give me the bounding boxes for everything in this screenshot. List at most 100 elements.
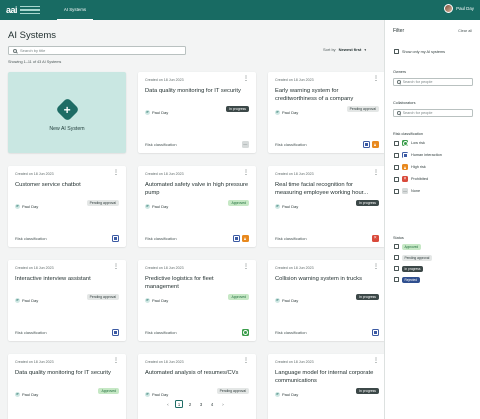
clear-all-link[interactable]: Clear all	[458, 29, 472, 33]
collaborators-search[interactable]	[393, 109, 473, 117]
checkbox[interactable]	[394, 164, 399, 170]
checkbox[interactable]	[394, 152, 399, 158]
high-risk-icon[interactable]	[371, 140, 379, 148]
ai-system-card[interactable]: Created on 18 Jun 2023 ⋮ Data quality moni…	[138, 72, 256, 153]
more-options-icon[interactable]: ⋮	[243, 358, 249, 364]
sort-control[interactable]: Sort by Newest first ▾	[323, 47, 366, 52]
human-risk-icon[interactable]	[362, 140, 370, 148]
owner-avatar-icon: P	[15, 203, 20, 209]
status-filter-option[interactable]: Pending approval	[394, 255, 432, 261]
human-risk-icon[interactable]	[232, 234, 240, 242]
more-options-icon[interactable]: ⋮	[243, 170, 249, 176]
plus-icon: +	[54, 97, 80, 122]
owners-search[interactable]	[393, 78, 473, 86]
human-risk-icon[interactable]	[371, 328, 379, 336]
ai-system-card[interactable]: Created on 18 Jun 2023 ⋮ Data quality moni…	[8, 354, 126, 419]
status-badge: Approved	[228, 294, 249, 300]
page-2-button[interactable]: 2	[186, 400, 194, 408]
more-options-icon[interactable]: ⋮	[243, 76, 249, 82]
risk-row: Risk classification	[275, 140, 379, 148]
human-risk-icon[interactable]	[111, 328, 119, 336]
risk-filter-option[interactable]: Human interaction	[394, 152, 442, 158]
page-4-button[interactable]: 4	[208, 400, 216, 408]
more-options-icon[interactable]: ⋮	[113, 264, 119, 270]
search-input[interactable]	[20, 48, 170, 53]
risk-icons	[362, 140, 379, 148]
checkbox[interactable]	[394, 140, 399, 146]
card-title[interactable]: Predictive logistics for fleet managemen…	[145, 275, 249, 291]
prev-page-button[interactable]: ‹	[164, 400, 172, 408]
risk-icons	[241, 140, 249, 148]
app-logo[interactable]: aai	[6, 0, 56, 20]
page-3-button[interactable]: 3	[197, 400, 205, 408]
show-only-mine-option[interactable]: Show only my AI systems	[394, 49, 445, 54]
collaborators-search-input[interactable]	[402, 111, 463, 115]
page-1-button[interactable]: 1	[175, 400, 183, 408]
low-risk-icon[interactable]	[241, 328, 249, 336]
ai-system-card[interactable]: Created on 18 Jun 2023 ⋮ Interactive inter…	[8, 260, 126, 341]
card-title[interactable]: Data quality monitoring for IT security	[15, 369, 119, 385]
avatar	[444, 4, 454, 13]
human-risk-icon[interactable]	[111, 234, 119, 242]
risk-classification-label: Risk classification	[275, 329, 307, 335]
more-options-icon[interactable]: ⋮	[373, 76, 379, 82]
more-options-icon[interactable]: ⋮	[113, 358, 119, 364]
card-title[interactable]: Early warning system for creditworthines…	[275, 87, 379, 103]
checkbox[interactable]	[394, 188, 399, 194]
collaborators-label: Collaborators	[393, 101, 416, 105]
checkbox[interactable]	[394, 176, 399, 182]
tab-ai-systems[interactable]: AI Systems	[57, 0, 93, 20]
more-options-icon[interactable]: ⋮	[373, 264, 379, 270]
card-title[interactable]: Data quality monitoring for IT security	[145, 87, 249, 103]
more-options-icon[interactable]: ⋮	[373, 358, 379, 364]
card-title[interactable]: Customer service chatbot	[15, 181, 119, 197]
created-date: Created on 18 Jun 2023	[145, 172, 184, 176]
risk-option-label: Low risk	[411, 141, 425, 145]
card-title[interactable]: Interactive interview assistant	[15, 275, 119, 291]
ai-system-card[interactable]: Created on 18 Jun 2023 ⋮ Collision warning…	[268, 260, 386, 341]
card-title[interactable]: Language model for internal corporate co…	[275, 369, 379, 385]
checkbox[interactable]	[394, 49, 399, 54]
next-page-button[interactable]: ›	[219, 400, 227, 408]
none-risk-icon[interactable]	[241, 140, 249, 148]
risk-row: Risk classification	[145, 234, 249, 242]
checkbox[interactable]	[394, 244, 399, 250]
risk-option-label: Prohibited	[411, 177, 429, 181]
more-options-icon[interactable]: ⋮	[243, 264, 249, 270]
ai-system-card[interactable]: Created on 18 Jun 2023 ⋮ Customer service …	[8, 166, 126, 247]
ai-system-card[interactable]: Created on 18 Jun 2023 ⋮ Automated safety …	[138, 166, 256, 247]
prohibited-risk-icon[interactable]	[371, 234, 379, 242]
card-title[interactable]: Collision warning system in trucks	[275, 275, 379, 291]
user-menu[interactable]: Paul Day	[444, 4, 474, 13]
more-options-icon[interactable]: ⋮	[373, 170, 379, 176]
risk-filter-option[interactable]: None	[394, 188, 420, 194]
risk-row: Risk classification	[275, 328, 379, 336]
ai-system-card[interactable]: Created on 18 Jun 2023 ⋮ Real time facial …	[268, 166, 386, 247]
risk-filter-option[interactable]: Low risk	[394, 140, 425, 146]
ai-system-card[interactable]: Created on 18 Jun 2023 ⋮ Early warning sys…	[268, 72, 386, 153]
risk-icons	[371, 328, 379, 336]
risk-filter-option[interactable]: Prohibited	[394, 176, 428, 182]
sort-label: Sort by	[323, 47, 336, 52]
high-risk-icon[interactable]	[241, 234, 249, 242]
checkbox[interactable]	[394, 255, 399, 261]
card-title[interactable]: Automated safety valve in high pressure …	[145, 181, 249, 197]
status-badge: Approved	[98, 388, 119, 394]
filter-title: Filter	[393, 28, 405, 34]
status-filter-option[interactable]: Approved	[394, 244, 421, 250]
owners-search-input[interactable]	[402, 80, 463, 84]
more-options-icon[interactable]: ⋮	[113, 170, 119, 176]
new-ai-system-card[interactable]: + New AI System	[8, 72, 126, 153]
ai-system-card[interactable]: Created on 18 Jun 2023 ⋮ Automated analysi…	[138, 354, 256, 419]
search-box[interactable]	[8, 46, 186, 55]
ai-system-card[interactable]: Created on 18 Jun 2023 ⋮ Predictive logist…	[138, 260, 256, 341]
checkbox[interactable]	[394, 277, 399, 283]
risk-filter-option[interactable]: High risk	[394, 164, 426, 170]
ai-system-card[interactable]: Created on 18 Jun 2023 ⋮ Language model fo…	[268, 354, 386, 419]
card-title[interactable]: Automated analysis of resumes/CVs	[145, 369, 249, 385]
status-filter-option[interactable]: In progress	[394, 266, 423, 272]
card-title[interactable]: Real time facial recognition for measuri…	[275, 181, 379, 197]
owner-avatar-icon: P	[275, 391, 280, 397]
checkbox[interactable]	[394, 266, 399, 272]
status-filter-option[interactable]: Rejected	[394, 277, 420, 283]
